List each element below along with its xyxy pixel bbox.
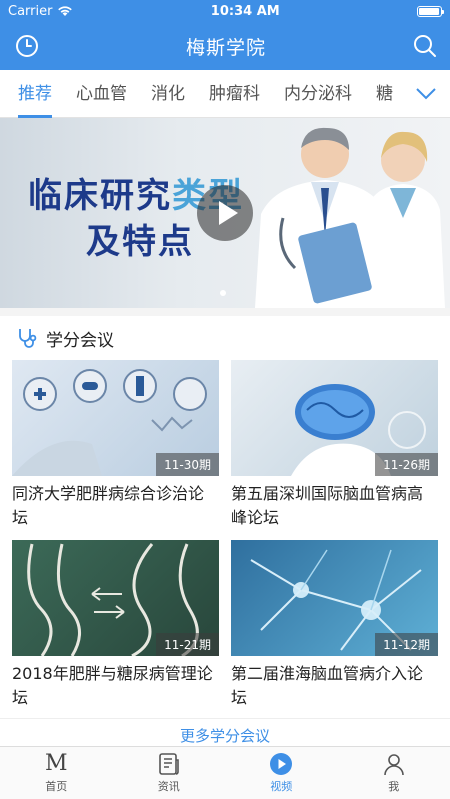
conference-thumbnail: 11-26期	[231, 360, 438, 476]
issue-badge: 11-30期	[156, 453, 219, 476]
conference-title: 第五届深圳国际脑血管病高峰论坛	[231, 484, 424, 527]
credit-conference-section: 学分会议 11-30期 同济大学肥胖病综合诊治论坛 11-26期 第五届深圳国际…	[0, 316, 450, 752]
chevron-down-icon[interactable]	[402, 70, 450, 117]
status-time: 10:34 AM	[210, 3, 280, 19]
tab-cardiovascular[interactable]: 心血管	[64, 70, 139, 118]
banner-title-part: 临床研究	[28, 176, 172, 216]
tab-digestive[interactable]: 消化	[139, 70, 197, 118]
bottom-tab-label: 资讯	[157, 780, 180, 793]
issue-badge: 11-12期	[375, 633, 438, 656]
conference-grid: 11-30期 同济大学肥胖病综合诊治论坛 11-26期 第五届深圳国际脑血管病高…	[0, 360, 450, 714]
conference-title: 第二届淮海脑血管病介入论坛	[231, 664, 424, 707]
person-icon	[383, 754, 404, 776]
play-icon[interactable]	[196, 184, 254, 242]
carousel-indicator	[220, 290, 226, 296]
bottom-tab-me[interactable]: 我	[338, 747, 450, 799]
section-title: 学分会议	[46, 330, 114, 351]
section-header: 学分会议	[0, 316, 450, 360]
conference-card[interactable]: 11-12期 第二届淮海脑血管病介入论坛	[231, 540, 438, 714]
featured-banner[interactable]: 临床研究类型 及特点	[0, 118, 450, 308]
battery-fill	[419, 7, 439, 15]
top-bar: Carrier 10:34 AM 梅斯学院	[0, 0, 450, 70]
conference-thumbnail: 11-30期	[12, 360, 219, 476]
wifi-icon	[58, 6, 73, 16]
conference-thumbnail: 11-12期	[231, 540, 438, 656]
conference-title: 2018年肥胖与糖尿病管理论坛	[12, 664, 213, 707]
status-left: Carrier	[8, 4, 73, 19]
banner-title-line2: 及特点	[86, 222, 194, 262]
stethoscope-icon	[19, 329, 37, 348]
bottom-tab-bar: M 首页 资讯 视频 我	[0, 746, 450, 799]
status-bar: Carrier 10:34 AM	[0, 0, 450, 22]
tab-endocrinology[interactable]: 内分泌科	[272, 70, 364, 118]
tab-recommend[interactable]: 推荐	[6, 70, 64, 118]
doctors-image	[255, 127, 445, 308]
video-play-icon	[270, 753, 293, 775]
news-icon	[158, 753, 179, 775]
tab-oncology[interactable]: 肿瘤科	[197, 70, 272, 118]
battery-icon	[417, 5, 444, 17]
app-screen: Carrier 10:34 AM 梅斯学院 推荐 心血管 消化 肿瘤科 内分泌科…	[0, 0, 450, 799]
carrier-label: Carrier	[8, 3, 53, 19]
bottom-tab-news[interactable]: 资讯	[113, 747, 226, 799]
category-tabs: 推荐 心血管 消化 肿瘤科 内分泌科 糖	[0, 70, 450, 118]
tab-list: 推荐 心血管 消化 肿瘤科 内分泌科 糖	[0, 70, 450, 118]
conference-title: 同济大学肥胖病综合诊治论坛	[12, 484, 205, 527]
tab-diabetes[interactable]: 糖	[364, 70, 405, 118]
issue-badge: 11-21期	[156, 633, 219, 656]
home-m-icon: M	[44, 751, 68, 776]
bottom-tab-home[interactable]: M 首页	[0, 747, 113, 799]
bottom-tab-video[interactable]: 视频	[225, 747, 338, 799]
conference-thumbnail: 11-21期	[12, 540, 219, 656]
clock-icon[interactable]	[14, 33, 40, 59]
bottom-tab-label: 视频	[270, 780, 293, 793]
conference-card[interactable]: 11-26期 第五届深圳国际脑血管病高峰论坛	[231, 360, 438, 534]
nav-bar: 梅斯学院	[0, 22, 450, 70]
conference-card[interactable]: 11-30期 同济大学肥胖病综合诊治论坛	[12, 360, 219, 534]
bottom-tab-label: 首页	[45, 780, 68, 793]
conference-card[interactable]: 11-21期 2018年肥胖与糖尿病管理论坛	[12, 540, 219, 714]
bottom-tab-label: 我	[388, 780, 400, 793]
search-icon[interactable]	[412, 33, 438, 59]
issue-badge: 11-26期	[375, 453, 438, 476]
page-title: 梅斯学院	[185, 36, 266, 59]
